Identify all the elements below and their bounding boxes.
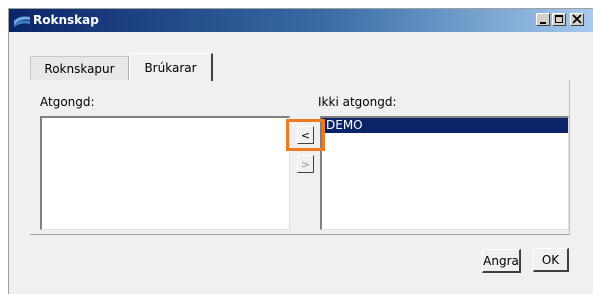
maximize-button[interactable]	[552, 13, 566, 26]
atgongd-label: Atgongd:	[40, 95, 95, 109]
close-button[interactable]	[570, 13, 584, 26]
atgongd-list[interactable]	[40, 116, 290, 230]
ok-button[interactable]: OK	[533, 248, 569, 272]
tab-label: Roknskapur	[44, 61, 115, 76]
ikki-atgongd-list[interactable]: DEMO	[320, 116, 569, 230]
highlight-box	[286, 119, 325, 151]
minimize-icon	[540, 22, 546, 24]
close-icon	[572, 14, 582, 24]
tab-roknskapur[interactable]: Roknskapur	[30, 56, 129, 80]
list-item-demo[interactable]: DEMO	[322, 118, 568, 133]
window-title: Roknskap	[33, 13, 99, 27]
minimize-button[interactable]	[536, 13, 550, 26]
tab-label: Brúkarar	[144, 60, 197, 75]
title-bar[interactable]: Roknskap	[9, 9, 593, 32]
ikki-atgongd-label: Ikki atgongd:	[318, 95, 397, 109]
move-right-button[interactable]: >	[297, 155, 314, 173]
app-icon	[14, 16, 30, 27]
tab-brukarar[interactable]: Brúkarar	[129, 53, 213, 81]
maximize-icon	[555, 15, 563, 23]
cancel-button[interactable]: Angra	[482, 249, 521, 273]
